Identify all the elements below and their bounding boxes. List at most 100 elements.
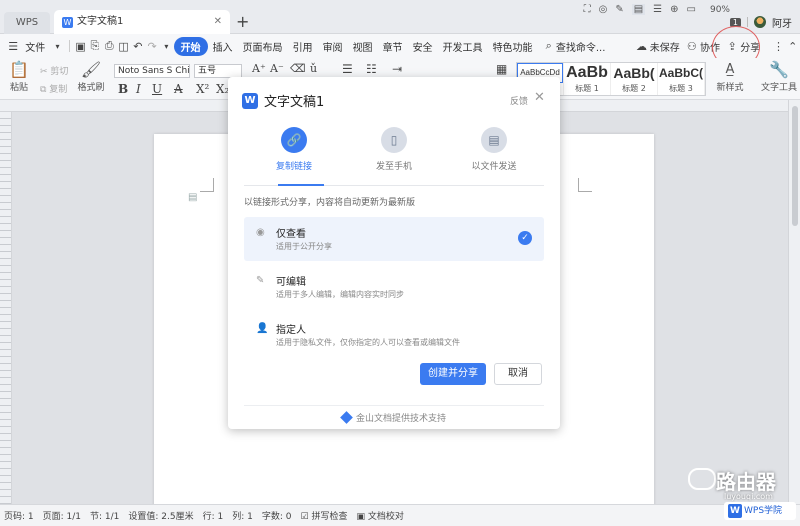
new-style-button[interactable]: A̲ 新样式 (712, 60, 748, 93)
proofread-icon: ▣ (356, 512, 365, 522)
style-heading-1[interactable]: AaBb 标题 1 (564, 63, 611, 95)
tab-document[interactable]: W 文字文稿1 ✕ (54, 10, 230, 34)
strikethrough-icon[interactable]: A (174, 82, 183, 96)
italic-icon[interactable]: I (136, 82, 141, 96)
page-view-icon[interactable]: ▤ (631, 4, 646, 15)
command-search[interactable]: 查找命令... (556, 39, 611, 54)
print-icon[interactable]: ⎙ (102, 38, 116, 54)
status-line[interactable]: 行: 1 (203, 509, 224, 522)
spell-check-button[interactable]: ☑ 拼写检查 (301, 509, 348, 522)
user-name[interactable]: 阿牙 (772, 15, 792, 30)
chevron-down-icon[interactable]: ▾ (159, 38, 173, 54)
tab-sections[interactable]: 章节 (378, 39, 408, 54)
copy-button[interactable]: ⧉ 复制 (40, 82, 67, 95)
dialog-footer: 金山文档提供技术支持 (228, 411, 560, 424)
status-page-number[interactable]: 页码: 1 (4, 509, 34, 522)
save-icon[interactable]: ▣ (73, 38, 87, 54)
bold-icon[interactable]: B (118, 82, 128, 96)
read-view-icon[interactable]: ▭ (687, 4, 696, 15)
close-tab-icon[interactable]: ✕ (214, 10, 222, 34)
cancel-button[interactable]: 取消 (494, 363, 542, 385)
numbered-list-icon[interactable]: ☷ (366, 62, 377, 76)
mode-send-to-phone[interactable]: ▯ 发至手机 (344, 127, 444, 172)
zoom-level[interactable]: 90% (710, 5, 730, 15)
table-icon[interactable]: ▦ (496, 62, 507, 76)
style-caption: 标题 3 (669, 84, 693, 93)
mode-copy-link[interactable]: 🔗 复制链接 (244, 127, 344, 172)
status-bar: 页码: 1 页面: 1/1 节: 1/1 设置值: 2.5厘米 行: 1 列: … (0, 504, 800, 526)
paste-label: 粘贴 (9, 83, 28, 93)
watermark: 路由器 luyouqi.com WPS学院 (686, 462, 798, 522)
indent-icon[interactable]: ⇥ (392, 62, 402, 76)
file-menu[interactable]: 文件 (20, 39, 50, 54)
export-pdf-icon[interactable]: ⎘ (88, 38, 102, 54)
style-preview: AaBb( (613, 65, 655, 81)
unsaved-status[interactable]: 未保存 (649, 39, 685, 54)
format-painter-button[interactable]: 🖌 格式刷 (76, 60, 106, 93)
footer-divider (244, 405, 544, 406)
redo-icon[interactable]: ↷ (145, 38, 159, 54)
decrease-font-icon[interactable]: A⁻ (270, 62, 284, 75)
font-family-select[interactable]: Noto Sans S Chir (114, 64, 190, 78)
share-mode-tabs: 🔗 复制链接 ▯ 发至手机 ▤ 以文件发送 (244, 127, 544, 189)
increase-font-icon[interactable]: A⁺ (252, 62, 266, 75)
clear-format-icon[interactable]: ⌫ (290, 62, 306, 75)
option-editable[interactable]: ✎ 可编辑 适用于多人编辑，编辑内容实时同步 (244, 265, 544, 309)
undo-icon[interactable]: ↶ (131, 38, 145, 54)
tab-document-label: 文字文稿1 (77, 16, 124, 27)
tab-security[interactable]: 安全 (408, 39, 438, 54)
fullscreen-icon[interactable]: ⛶ (584, 4, 591, 15)
status-column[interactable]: 列: 1 (232, 509, 253, 522)
menu-icon[interactable]: ☰ (6, 38, 20, 54)
tab-page-layout[interactable]: 页面布局 (238, 39, 288, 54)
print-preview-icon[interactable]: ◫ (116, 38, 130, 54)
phonetic-icon[interactable]: ǔ (310, 62, 317, 75)
new-tab-button[interactable]: + (236, 12, 249, 32)
tab-insert[interactable]: 插入 (208, 39, 238, 54)
vertical-ruler[interactable] (0, 112, 12, 504)
font-size-select[interactable]: 五号 (194, 64, 242, 78)
focus-mode-icon[interactable]: ◎ (599, 4, 608, 15)
mode-send-as-file[interactable]: ▤ 以文件发送 (444, 127, 544, 172)
paste-button[interactable]: 📋 粘贴 (6, 60, 32, 93)
watermark-title: 路由器 (716, 470, 776, 494)
close-icon[interactable]: ✕ (534, 90, 545, 105)
avatar[interactable] (754, 16, 766, 28)
status-word-count[interactable]: 字数: 0 (262, 509, 292, 522)
option-specified-people[interactable]: 👤 指定人 适用于隐私文件，仅你指定的人可以查看或编辑文件 (244, 313, 544, 357)
option-view-only[interactable]: ◉ 仅查看 适用于公开分享 ✓ (244, 217, 544, 261)
proofread-button[interactable]: ▣ 文档校对 (356, 509, 403, 522)
paste-icon: 📋 (9, 60, 29, 79)
status-setting[interactable]: 设置值: 2.5厘米 (128, 509, 193, 522)
chevron-down-icon[interactable]: ▾ (50, 38, 64, 54)
more-icon[interactable]: ⋮ (771, 38, 785, 54)
vertical-scrollbar[interactable] (788, 100, 800, 504)
text-tools-button[interactable]: 🔧 文字工具 (758, 60, 800, 93)
protect-eye-icon[interactable]: ✎ (615, 4, 623, 15)
tab-special-features[interactable]: 特色功能 (488, 39, 538, 54)
superscript-icon[interactable]: X² (196, 82, 209, 96)
style-heading-3[interactable]: AaBbC( 标题 3 (658, 63, 705, 95)
scrollbar-thumb[interactable] (792, 106, 798, 226)
collapse-ribbon-icon[interactable]: ⌃ (786, 38, 800, 54)
tab-developer[interactable]: 开发工具 (438, 39, 488, 54)
create-and-share-button[interactable]: 创建并分享 (420, 363, 486, 385)
bullet-list-icon[interactable]: ☰ (342, 62, 353, 76)
status-section[interactable]: 节: 1/1 (90, 509, 119, 522)
tab-home[interactable]: 开始 (173, 36, 208, 56)
tab-review[interactable]: 审阅 (318, 39, 348, 54)
tab-references[interactable]: 引用 (288, 39, 318, 54)
search-icon[interactable]: ⌕ (542, 38, 556, 54)
separator (747, 17, 748, 27)
web-view-icon[interactable]: ⊕ (670, 4, 678, 15)
style-heading-2[interactable]: AaBb( 标题 2 (611, 63, 658, 95)
active-tab-indicator (278, 184, 324, 186)
tab-wps[interactable]: WPS (4, 12, 50, 34)
outline-view-icon[interactable]: ☰ (653, 4, 662, 15)
feedback-link[interactable]: 反馈 (510, 94, 528, 107)
status-page-count[interactable]: 页面: 1/1 (43, 509, 81, 522)
tab-view[interactable]: 视图 (348, 39, 378, 54)
underline-icon[interactable]: U (152, 82, 162, 96)
cut-button[interactable]: ✂ 剪切 (40, 64, 68, 77)
copy-label: 复制 (49, 85, 68, 95)
